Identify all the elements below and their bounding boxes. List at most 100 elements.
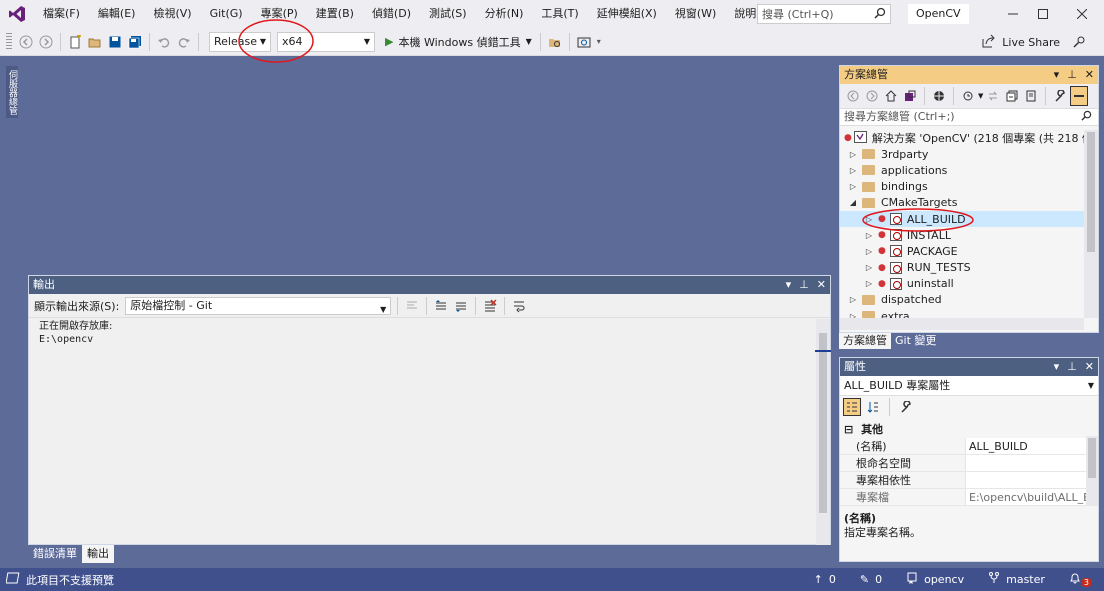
find-message-icon[interactable] bbox=[402, 296, 422, 316]
property-grid-scrollbar[interactable] bbox=[1086, 436, 1098, 506]
toolbar-grip[interactable] bbox=[6, 32, 12, 51]
home-icon[interactable] bbox=[882, 86, 900, 106]
redo-icon[interactable] bbox=[174, 32, 194, 52]
property-row[interactable]: 根命名空間 bbox=[840, 455, 1086, 472]
output-text-area[interactable]: 正在開啟存放庫: E:\opencv bbox=[39, 320, 112, 346]
menu-debug[interactable]: 偵錯(D) bbox=[363, 0, 420, 28]
solution-explorer-title-bar[interactable]: 方案總管 ▾ ⊥ ✕ bbox=[840, 66, 1098, 84]
menu-test[interactable]: 測試(S) bbox=[420, 0, 476, 28]
save-all-icon[interactable] bbox=[125, 32, 145, 52]
properties-object-dropdown[interactable]: ALL_BUILD 專案屬性 ▼ bbox=[840, 376, 1098, 396]
notifications-button[interactable]: 3 bbox=[1057, 572, 1104, 587]
save-icon[interactable] bbox=[105, 32, 125, 52]
collapsed-arrow-icon[interactable]: ▷ bbox=[848, 166, 858, 175]
menu-project[interactable]: 專案(P) bbox=[252, 0, 307, 28]
close-icon[interactable]: ✕ bbox=[1085, 358, 1094, 376]
menu-window[interactable]: 視窗(W) bbox=[666, 0, 725, 28]
word-wrap-icon[interactable] bbox=[509, 296, 529, 316]
menu-edit[interactable]: 編輯(E) bbox=[89, 0, 145, 28]
tree-item[interactable]: ▷ ● uninstall bbox=[840, 276, 1084, 292]
collapsed-arrow-icon[interactable]: ▷ bbox=[864, 263, 874, 272]
collapsed-arrow-icon[interactable]: ▷ bbox=[864, 215, 874, 224]
tree-item-solution[interactable]: ● 解決方案 'OpenCV' (218 個專案 (共 218 個)) bbox=[840, 130, 1084, 146]
server-explorer-tab[interactable]: 伺服器總管 bbox=[6, 66, 18, 118]
pending-changes-filter-icon[interactable] bbox=[959, 86, 977, 106]
close-icon[interactable]: ✕ bbox=[1085, 66, 1094, 84]
previous-message-icon[interactable] bbox=[431, 296, 451, 316]
tree-item[interactable]: ▷ ● ALL_BUILD bbox=[840, 210, 1084, 228]
toolbar-overflow-icon[interactable]: ▾ bbox=[594, 32, 604, 52]
next-message-icon[interactable] bbox=[451, 296, 471, 316]
find-in-files-icon[interactable] bbox=[545, 32, 565, 52]
close-icon[interactable] bbox=[1064, 0, 1100, 28]
pin-icon[interactable]: ⊥ bbox=[1067, 358, 1077, 376]
expanded-arrow-icon[interactable]: ◢ bbox=[848, 198, 858, 207]
tree-item[interactable]: ▷ dispatched bbox=[840, 292, 1084, 308]
tree-item[interactable]: ▷ ● RUN_TESTS bbox=[840, 260, 1084, 276]
tab-output[interactable]: 輸出 bbox=[82, 545, 114, 563]
property-row[interactable]: 專案檔 E:\opencv\build\ALL_B bbox=[840, 489, 1086, 506]
property-pages-wrench-icon[interactable] bbox=[896, 397, 916, 417]
back-icon[interactable] bbox=[16, 32, 36, 52]
menu-tools[interactable]: 工具(T) bbox=[532, 0, 587, 28]
tree-item[interactable]: ▷ bindings bbox=[840, 179, 1084, 195]
pending-changes-button[interactable]: ✎ 0 bbox=[848, 573, 894, 586]
property-row[interactable]: 專案相依性 bbox=[840, 472, 1086, 489]
pin-icon[interactable]: ⊥ bbox=[1067, 66, 1077, 84]
collapsed-arrow-icon[interactable]: ▷ bbox=[848, 150, 858, 159]
property-value[interactable]: ALL_BUILD bbox=[966, 438, 1086, 454]
show-all-files-icon[interactable] bbox=[1022, 86, 1040, 106]
close-icon[interactable]: ✕ bbox=[817, 276, 826, 294]
unpushed-commits-button[interactable]: ↑ 0 bbox=[802, 573, 848, 586]
solution-vertical-scrollbar[interactable] bbox=[1084, 130, 1098, 318]
properties-title-bar[interactable]: 屬性 ▾ ⊥ ✕ bbox=[840, 358, 1098, 376]
scrollbar-thumb[interactable] bbox=[819, 333, 827, 513]
collapsed-arrow-icon[interactable]: ▷ bbox=[864, 247, 874, 256]
switch-views-icon[interactable] bbox=[901, 86, 919, 106]
collapsed-arrow-icon[interactable]: ▷ bbox=[848, 182, 858, 191]
tree-item[interactable]: ▷ applications bbox=[840, 162, 1084, 178]
tree-item[interactable]: ▷ ● PACKAGE bbox=[840, 243, 1084, 259]
undo-icon[interactable] bbox=[154, 32, 174, 52]
menu-extensions[interactable]: 延伸模組(X) bbox=[588, 0, 666, 28]
web-icon[interactable] bbox=[930, 86, 948, 106]
categorized-icon[interactable] bbox=[843, 398, 861, 416]
tree-item[interactable]: ▷ extra bbox=[840, 308, 1084, 318]
repository-button[interactable]: opencv bbox=[894, 572, 976, 587]
forward-icon[interactable] bbox=[863, 86, 881, 106]
solution-explorer-search-input[interactable]: 搜尋方案總管 (Ctrl+;) bbox=[840, 108, 1098, 126]
window-position-icon[interactable]: ▾ bbox=[1054, 358, 1060, 376]
alphabetical-sort-icon[interactable] bbox=[863, 397, 883, 417]
tree-item[interactable]: ◢ CMakeTargets bbox=[840, 195, 1084, 211]
open-folder-icon[interactable] bbox=[85, 32, 105, 52]
window-position-icon[interactable]: ▾ bbox=[1054, 66, 1060, 84]
back-icon[interactable] bbox=[844, 86, 862, 106]
menu-build[interactable]: 建置(B) bbox=[307, 0, 363, 28]
configuration-dropdown[interactable]: Release ▼ bbox=[209, 31, 271, 52]
menu-git[interactable]: Git(G) bbox=[201, 0, 252, 28]
preview-selected-icon[interactable] bbox=[1070, 86, 1089, 106]
scrollbar-thumb[interactable] bbox=[1088, 438, 1096, 478]
branch-button[interactable]: master bbox=[976, 572, 1057, 587]
feedback-icon[interactable] bbox=[1070, 32, 1090, 52]
collapsed-arrow-icon[interactable]: ▷ bbox=[848, 295, 858, 304]
forward-icon[interactable] bbox=[36, 32, 56, 52]
property-value[interactable] bbox=[966, 472, 1086, 488]
maximize-icon[interactable] bbox=[1025, 0, 1061, 28]
tab-git-changes[interactable]: Git 變更 bbox=[891, 333, 940, 349]
menu-view[interactable]: 檢視(V) bbox=[144, 0, 200, 28]
collapse-all-icon[interactable] bbox=[1003, 86, 1021, 106]
screenshot-icon[interactable] bbox=[574, 32, 594, 52]
property-category[interactable]: ⊟ 其他 bbox=[840, 422, 1086, 438]
new-item-icon[interactable] bbox=[65, 32, 85, 52]
property-row[interactable]: (名稱) ALL_BUILD bbox=[840, 438, 1086, 455]
tree-item[interactable]: ▷ ● INSTALL bbox=[840, 227, 1084, 243]
tree-item[interactable]: ▷ 3rdparty bbox=[840, 146, 1084, 162]
property-value[interactable] bbox=[966, 455, 1086, 471]
output-source-dropdown[interactable]: 原始檔控制 - Git ▼ bbox=[125, 296, 392, 315]
menu-file[interactable]: 檔案(F) bbox=[34, 0, 89, 28]
live-share-button[interactable]: Live Share bbox=[982, 32, 1060, 52]
solution-horizontal-scrollbar[interactable] bbox=[840, 318, 1084, 330]
clear-all-icon[interactable] bbox=[480, 296, 500, 316]
output-vertical-scrollbar[interactable] bbox=[816, 319, 830, 545]
